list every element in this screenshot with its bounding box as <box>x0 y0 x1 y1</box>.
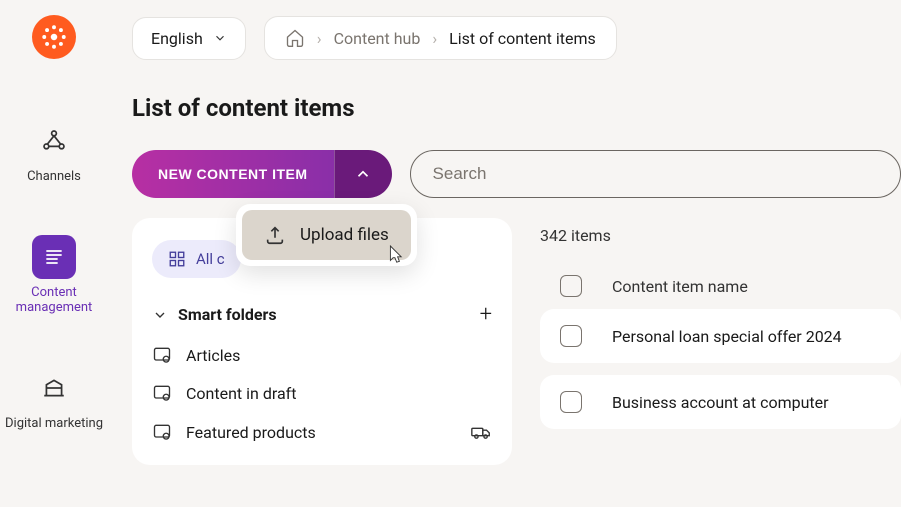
chevron-down-icon <box>152 307 168 323</box>
all-content-pill[interactable]: All c <box>152 240 241 278</box>
upload-icon <box>264 224 286 246</box>
breadcrumb-separator: › <box>432 29 437 48</box>
row-name: Business account at computer <box>612 393 829 412</box>
folder-item[interactable]: Featured products <box>152 421 492 443</box>
breadcrumb-separator: › <box>317 29 322 48</box>
new-content-split-button: NEW CONTENT ITEM <box>132 150 392 198</box>
breadcrumb-current: List of content items <box>449 29 596 48</box>
digital-marketing-icon <box>32 366 76 410</box>
folder-label: Featured products <box>186 423 316 442</box>
nav-label: Content management <box>0 285 108 316</box>
folder-list: Articles Content in draft Featured produ… <box>152 345 492 443</box>
new-content-dropdown: Upload files <box>236 204 417 266</box>
folder-item[interactable]: Articles <box>152 345 492 365</box>
column-header-name: Content item name <box>612 277 748 296</box>
app-logo[interactable] <box>32 15 76 59</box>
smart-folders-header[interactable]: Smart folders + <box>152 302 492 327</box>
folder-item[interactable]: Content in draft <box>152 383 492 403</box>
row-name: Personal loan special offer 2024 <box>612 327 842 346</box>
table-row[interactable]: Business account at computer <box>540 375 901 429</box>
chevron-down-icon <box>213 31 227 45</box>
sidebar: Channels Content management Digital mark… <box>0 0 108 507</box>
grid-icon <box>168 250 186 268</box>
language-label: English <box>151 29 203 48</box>
page-title: List of content items <box>132 94 901 122</box>
upload-files-label: Upload files <box>300 225 389 245</box>
upload-files-item[interactable]: Upload files <box>242 210 411 260</box>
nav-label: Digital marketing <box>5 416 103 432</box>
content-list: 342 items Content item name Personal loa… <box>540 218 901 465</box>
truck-icon <box>470 421 492 443</box>
folder-gear-icon <box>152 345 172 365</box>
add-folder-button[interactable]: + <box>480 302 492 327</box>
folder-label: Content in draft <box>186 384 296 403</box>
breadcrumb-content-hub[interactable]: Content hub <box>334 29 421 48</box>
new-content-button[interactable]: NEW CONTENT ITEM <box>132 150 334 198</box>
item-count: 342 items <box>540 226 901 245</box>
select-all-checkbox[interactable] <box>560 275 582 297</box>
nav-channels[interactable]: Channels <box>27 119 81 185</box>
folder-gear-icon <box>152 383 172 403</box>
row-checkbox[interactable] <box>560 391 582 413</box>
folder-label: Articles <box>186 346 240 365</box>
language-selector[interactable]: English <box>132 17 246 60</box>
logo-icon <box>41 24 67 50</box>
nav-content-management[interactable]: Content management <box>0 235 108 316</box>
table-header: Content item name <box>540 263 901 309</box>
breadcrumb: › Content hub › List of content items <box>264 16 617 60</box>
new-content-toggle[interactable] <box>334 150 392 198</box>
pill-label: All c <box>196 250 225 268</box>
folder-gear-icon <box>152 422 172 442</box>
home-icon[interactable] <box>285 28 305 48</box>
chevron-up-icon <box>354 165 372 183</box>
content-management-icon <box>32 235 76 279</box>
nav-label: Channels <box>27 169 81 185</box>
smart-folders-label: Smart folders <box>178 305 277 324</box>
cursor-icon <box>385 244 403 266</box>
channels-icon <box>32 119 76 163</box>
topbar: English › Content hub › List of content … <box>132 16 901 60</box>
nav-digital-marketing[interactable]: Digital marketing <box>5 366 103 432</box>
actionbar: NEW CONTENT ITEM Upload files <box>132 150 901 198</box>
table-row[interactable]: Personal loan special offer 2024 <box>540 309 901 363</box>
row-checkbox[interactable] <box>560 325 582 347</box>
search-input[interactable] <box>410 150 901 198</box>
